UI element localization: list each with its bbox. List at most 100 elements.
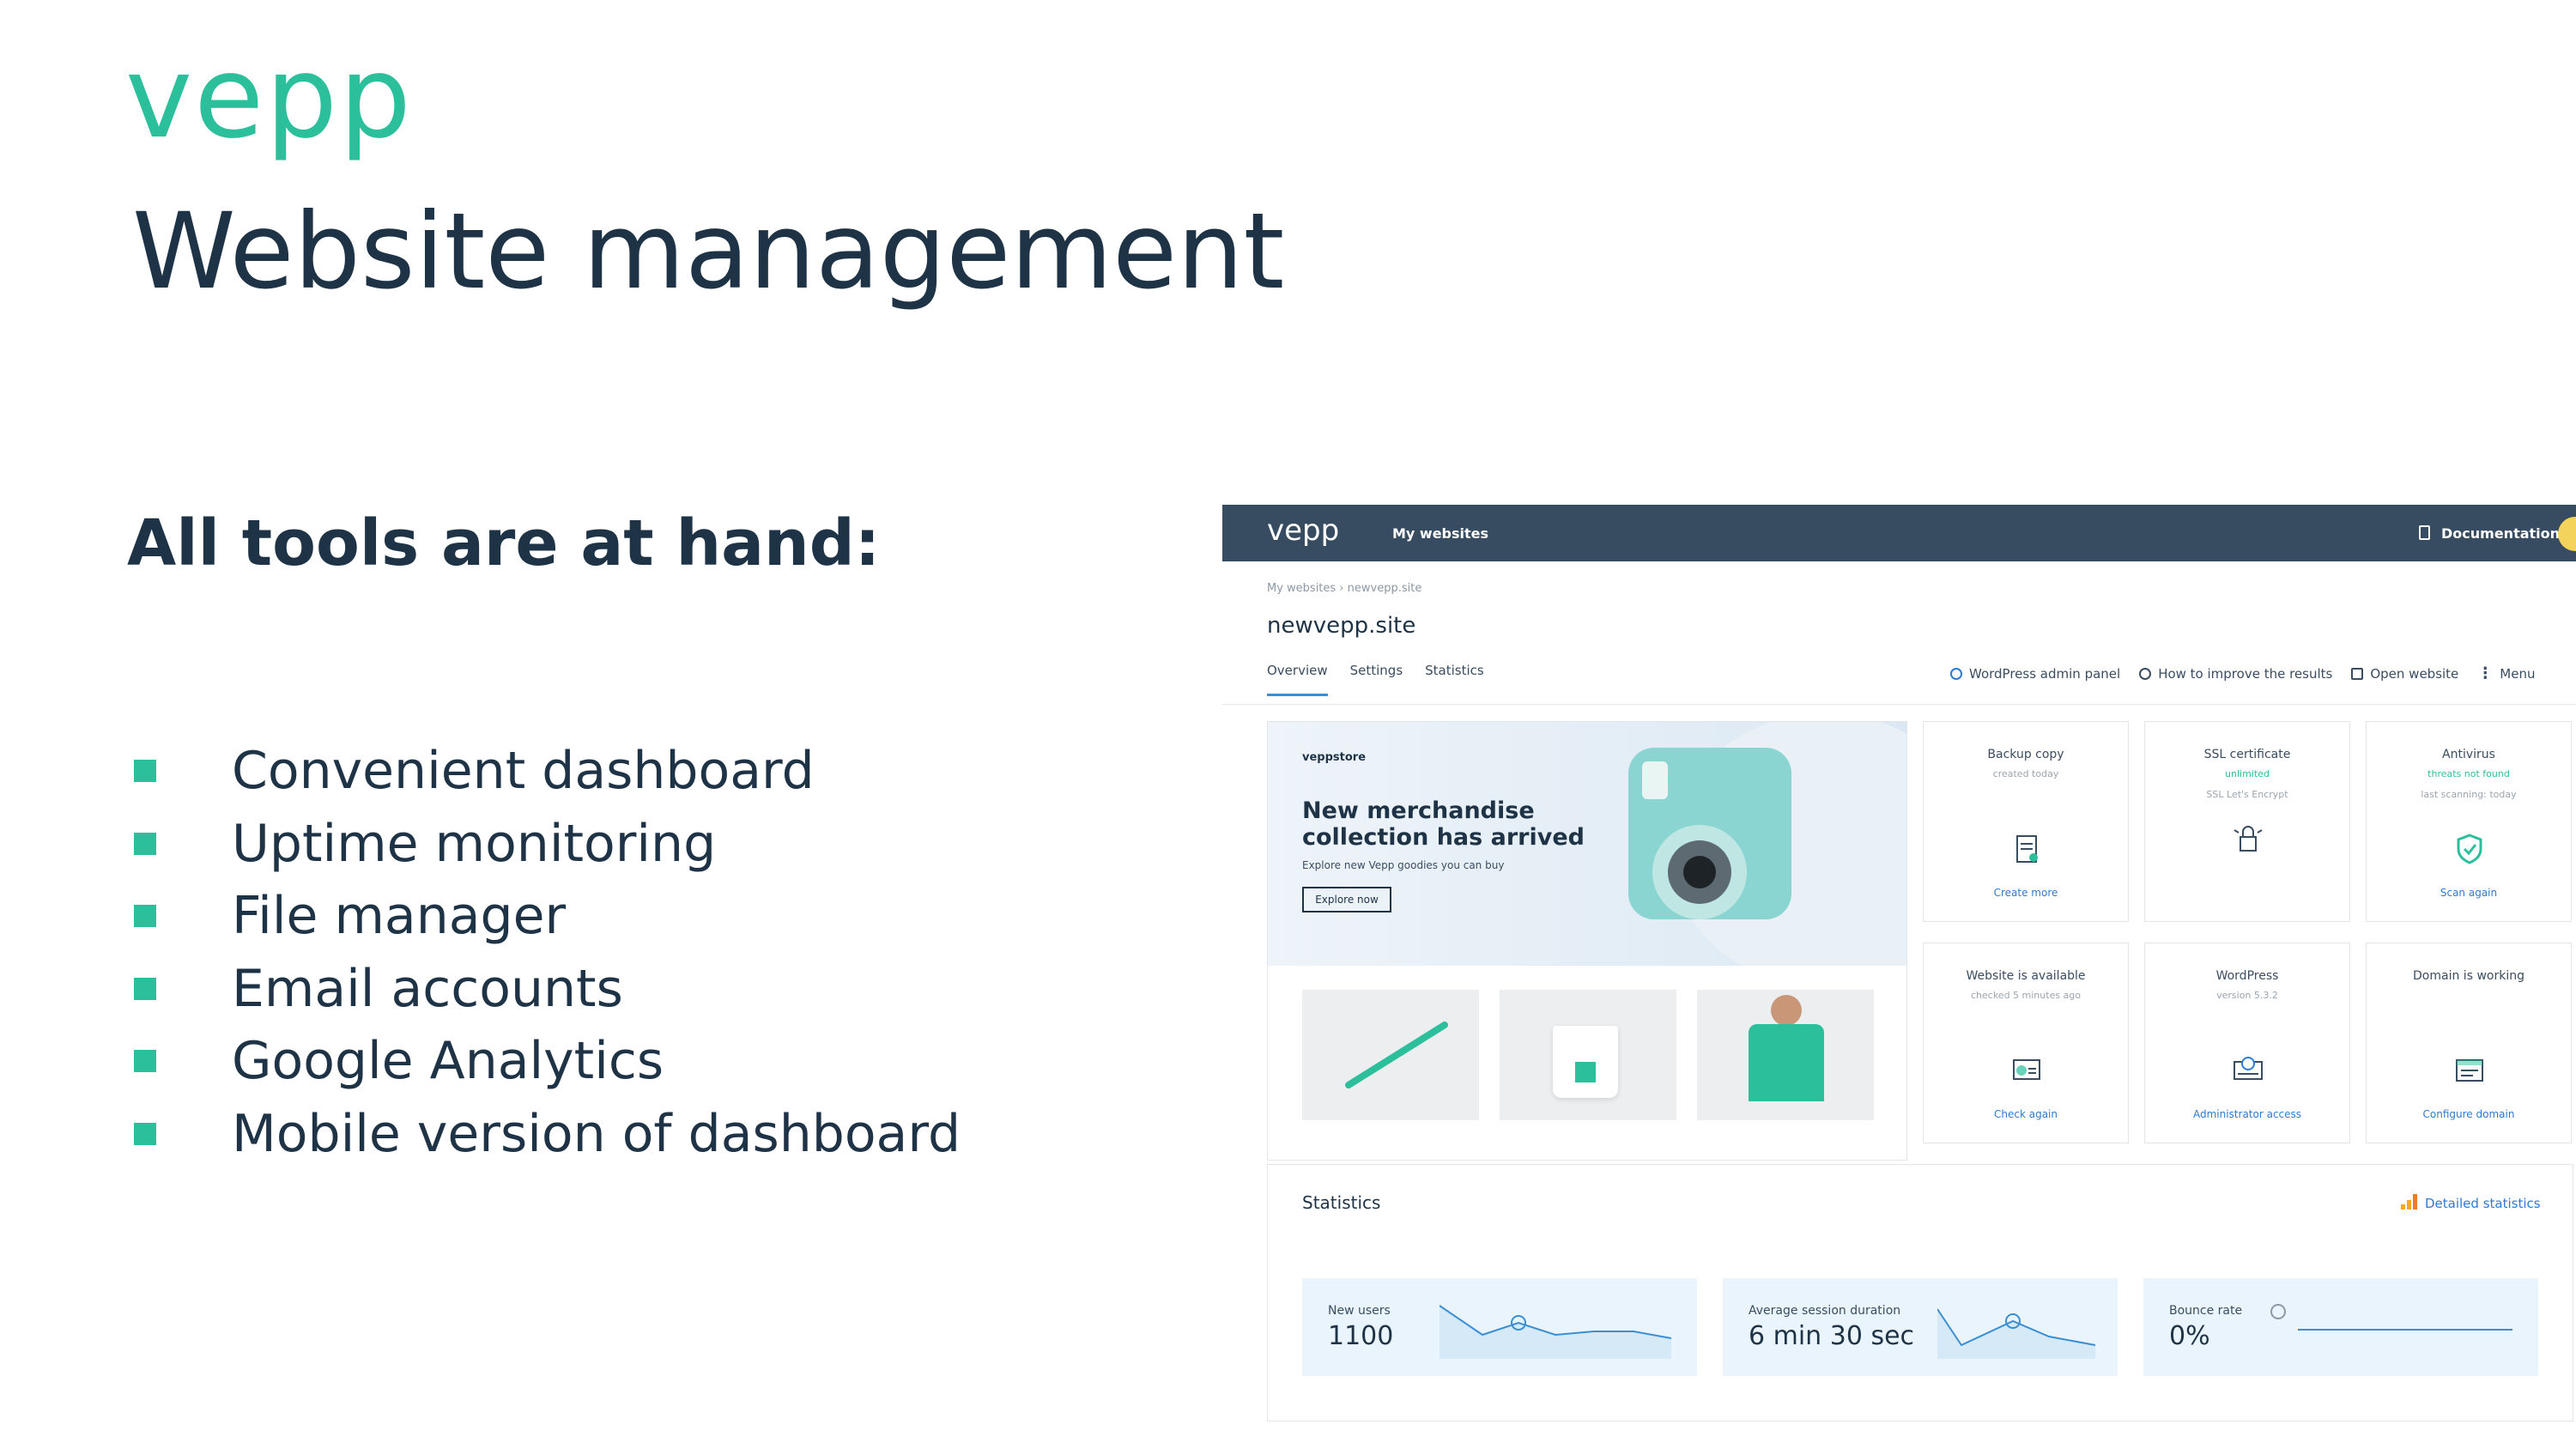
detailed-statistics-link[interactable]: Detailed statistics: [2425, 1196, 2541, 1211]
slide-title: Website management: [132, 191, 1285, 312]
action-label: Open website: [2370, 665, 2459, 682]
statistics-panel: Statistics Detailed statistics New users…: [1267, 1164, 2573, 1422]
slide-subtitle: All tools are at hand:: [127, 506, 881, 580]
promo-headline: New merchandise collection has arrived: [1302, 797, 1585, 852]
feature-label: Email accounts: [232, 958, 623, 1019]
product-mug-image[interactable]: [1500, 990, 1676, 1120]
lock-icon: [2234, 826, 2263, 852]
sparkline: [1440, 1305, 1672, 1359]
administrator-access-link[interactable]: Administrator access: [2145, 1108, 2349, 1120]
stat-label: Average session duration: [1749, 1304, 1901, 1318]
wordpress-icon: [1950, 667, 1962, 680]
card-subtitle: created today: [1992, 768, 2059, 779]
card-subtitle: threats not found: [2428, 768, 2510, 779]
document-icon: [2419, 525, 2430, 540]
card-title: SSL certificate: [2203, 748, 2291, 761]
external-link-icon: [2351, 667, 2364, 680]
action-label: Menu: [2500, 665, 2536, 682]
tshirt-shape: [1749, 1024, 1824, 1101]
top-navigation-bar: vepp My websites Documentation: [1222, 505, 2576, 561]
wordpress-admin-link[interactable]: WordPress admin panel: [1950, 666, 2120, 682]
statistics-heading: Statistics: [1302, 1192, 1381, 1213]
tab-bar: Overview Settings Statistics: [1267, 663, 1484, 696]
feature-label: Google Analytics: [232, 1031, 664, 1092]
feature-item: Mobile version of dashboard: [129, 1098, 961, 1171]
page-title: newvepp.site: [1267, 613, 1416, 639]
card-subtitle: version 5.3.2: [2216, 990, 2278, 1001]
promo-text: Explore new Vepp goodies you can buy: [1302, 859, 1505, 871]
explore-button[interactable]: Explore now: [1302, 887, 1391, 912]
antivirus-card: Antivirus threats not found last scannin…: [2366, 721, 2572, 922]
stat-value: 6 min 30 sec: [1749, 1321, 1915, 1351]
domain-card: Domain is working Configure domain: [2366, 943, 2572, 1143]
card-title: WordPress: [2215, 969, 2279, 983]
document-icon: [2016, 835, 2038, 863]
feature-label: Convenient dashboard: [232, 741, 815, 802]
feature-label: Mobile version of dashboard: [232, 1103, 961, 1164]
stat-new-users[interactable]: New users 1100: [1302, 1278, 1697, 1376]
tab-statistics[interactable]: Statistics: [1425, 663, 1484, 696]
square-bullet-icon: [134, 1050, 156, 1073]
ssl-card: SSL certificate unlimited SSL Let's Encr…: [2144, 721, 2350, 922]
backup-card: Backup copy created today Create more: [1923, 721, 2129, 922]
stat-label: New users: [1328, 1304, 1391, 1318]
feature-item: File manager: [129, 880, 961, 953]
menu-button[interactable]: ⋮ Menu: [2477, 664, 2535, 682]
stat-bounce-rate[interactable]: Bounce rate 0%: [2143, 1278, 2538, 1376]
tab-overview[interactable]: Overview: [1267, 663, 1328, 696]
square-bullet-icon: [134, 977, 156, 1000]
stat-value: 1100: [1328, 1321, 1394, 1351]
tab-settings[interactable]: Settings: [1350, 663, 1403, 696]
promo-card: veppstore New merchandise collection has…: [1267, 721, 1907, 1161]
square-bullet-icon: [134, 1122, 156, 1145]
bar-chart-icon: [2401, 1194, 2417, 1210]
app-logo[interactable]: vepp: [1267, 513, 1339, 548]
help-icon[interactable]: [2270, 1304, 2286, 1319]
availability-card: Website is available checked 5 minutes a…: [1923, 943, 2129, 1143]
feature-label: Uptime monitoring: [232, 813, 717, 874]
action-label: How to improve the results: [2158, 665, 2333, 682]
feature-list: Convenient dashboard Uptime monitoring F…: [129, 735, 961, 1170]
feature-item: Convenient dashboard: [129, 735, 961, 808]
stat-session-duration[interactable]: Average session duration 6 min 30 sec: [1723, 1278, 2118, 1376]
feature-item: Google Analytics: [129, 1025, 961, 1098]
scan-again-link[interactable]: Scan again: [2367, 887, 2571, 899]
dashboard-screenshot: vepp My websites Documentation My websit…: [1222, 505, 2576, 1449]
model-head: [1771, 995, 1802, 1026]
stat-label: Bounce rate: [2169, 1304, 2243, 1318]
wordpress-icon: [2234, 1057, 2263, 1080]
card-subtitle-2: last scanning: today: [2421, 789, 2517, 800]
improve-results-link[interactable]: How to improve the results: [2139, 666, 2332, 682]
square-bullet-icon: [134, 832, 156, 855]
sparkline: [2298, 1329, 2512, 1331]
wordpress-card: WordPress version 5.3.2 Administrator ac…: [2144, 943, 2350, 1143]
product-pen-image[interactable]: [1302, 990, 1479, 1120]
feature-item: Email accounts: [129, 953, 961, 1026]
shield-icon: [2457, 834, 2482, 864]
open-website-link[interactable]: Open website: [2351, 666, 2458, 682]
configure-domain-link[interactable]: Configure domain: [2367, 1108, 2571, 1120]
feature-item: Uptime monitoring: [129, 808, 961, 881]
square-bullet-icon: [134, 760, 156, 783]
product-tshirt-image[interactable]: [1697, 990, 1874, 1120]
card-title: Website is available: [1966, 969, 2086, 983]
divider: [1222, 704, 2576, 705]
card-subtitle: checked 5 minutes ago: [1970, 990, 2082, 1001]
card-subtitle: unlimited: [2225, 768, 2270, 779]
breadcrumb[interactable]: My websites › newvepp.site: [1267, 582, 1421, 595]
feature-label: File manager: [232, 886, 567, 947]
sparkline: [1937, 1308, 2096, 1359]
card-subtitle-2: SSL Let's Encrypt: [2206, 789, 2288, 800]
check-again-link[interactable]: Check again: [1924, 1108, 2128, 1120]
avatar[interactable]: [2558, 517, 2576, 551]
card-title: Antivirus: [2442, 748, 2495, 761]
documentation-link[interactable]: Documentation: [2441, 525, 2560, 542]
kebab-menu-icon: ⋮: [2477, 664, 2494, 682]
camera-lens-center: [1683, 856, 1716, 888]
card-title: Domain is working: [2413, 969, 2524, 983]
stat-value: 0%: [2169, 1321, 2210, 1351]
promo-banner: veppstore New merchandise collection has…: [1268, 722, 1906, 966]
nav-my-websites[interactable]: My websites: [1392, 525, 1488, 542]
create-more-link[interactable]: Create more: [1924, 887, 2128, 899]
action-label: WordPress admin panel: [1969, 665, 2121, 682]
